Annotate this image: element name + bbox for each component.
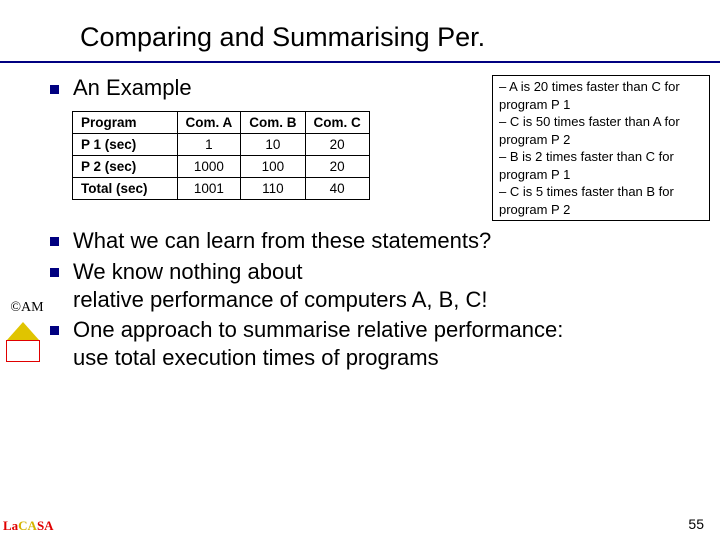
bullet-square-icon <box>50 268 59 277</box>
box-line: – C is 5 times faster than B for program… <box>499 183 703 218</box>
cell: 100 <box>241 156 305 178</box>
col-com-c: Com. C <box>305 112 369 134</box>
row-p2: P 2 (sec) <box>73 156 178 178</box>
col-program: Program <box>73 112 178 134</box>
title-bar: Comparing and Summarising Per. <box>0 0 720 63</box>
cell: 10 <box>241 134 305 156</box>
col-com-b: Com. B <box>241 112 305 134</box>
content-area: An Example Program Com. A Com. B Com. C … <box>0 63 720 372</box>
bullet-text: One approach to summarise relative perfo… <box>73 316 563 372</box>
table-row: Total (sec) 1001 110 40 <box>73 178 370 200</box>
table-row: P 1 (sec) 1 10 20 <box>73 134 370 156</box>
cell: 1000 <box>177 156 241 178</box>
bullet-item: We know nothing about relative performan… <box>50 258 710 314</box>
bullet-square-icon <box>50 237 59 246</box>
bullet-item: What we can learn from these statements? <box>50 227 710 255</box>
author-column: ©AM <box>6 300 48 362</box>
box-line: – C is 50 times faster than A for progra… <box>499 113 703 148</box>
box-line: – B is 2 times faster than C for program… <box>499 148 703 183</box>
comparison-box: – A is 20 times faster than C for progra… <box>492 75 710 221</box>
cell: 40 <box>305 178 369 200</box>
slide-title: Comparing and Summarising Per. <box>80 22 485 52</box>
box-line: – A is 20 times faster than C for progra… <box>499 78 703 113</box>
cell: 20 <box>305 134 369 156</box>
bullet-list: What we can learn from these statements?… <box>50 227 710 372</box>
cell: 1001 <box>177 178 241 200</box>
lacasa-label: LaCASA <box>3 518 54 534</box>
house-icon <box>6 322 40 362</box>
bullet-text: We know nothing about relative performan… <box>73 258 488 314</box>
bullet-square-icon <box>50 326 59 335</box>
table-row: P 2 (sec) 1000 100 20 <box>73 156 370 178</box>
performance-table: Program Com. A Com. B Com. C P 1 (sec) 1… <box>72 111 370 200</box>
cell: 110 <box>241 178 305 200</box>
example-heading-row: An Example <box>50 75 486 101</box>
example-heading: An Example <box>73 75 192 100</box>
col-com-a: Com. A <box>177 112 241 134</box>
row-total: Total (sec) <box>73 178 178 200</box>
row-p1: P 1 (sec) <box>73 134 178 156</box>
bullet-text: What we can learn from these statements? <box>73 227 491 255</box>
bullet-square-icon <box>50 85 59 94</box>
bullet-item: One approach to summarise relative perfo… <box>50 316 710 372</box>
cell: 20 <box>305 156 369 178</box>
page-number: 55 <box>688 516 704 532</box>
cell: 1 <box>177 134 241 156</box>
copyright-am: ©AM <box>6 300 48 316</box>
